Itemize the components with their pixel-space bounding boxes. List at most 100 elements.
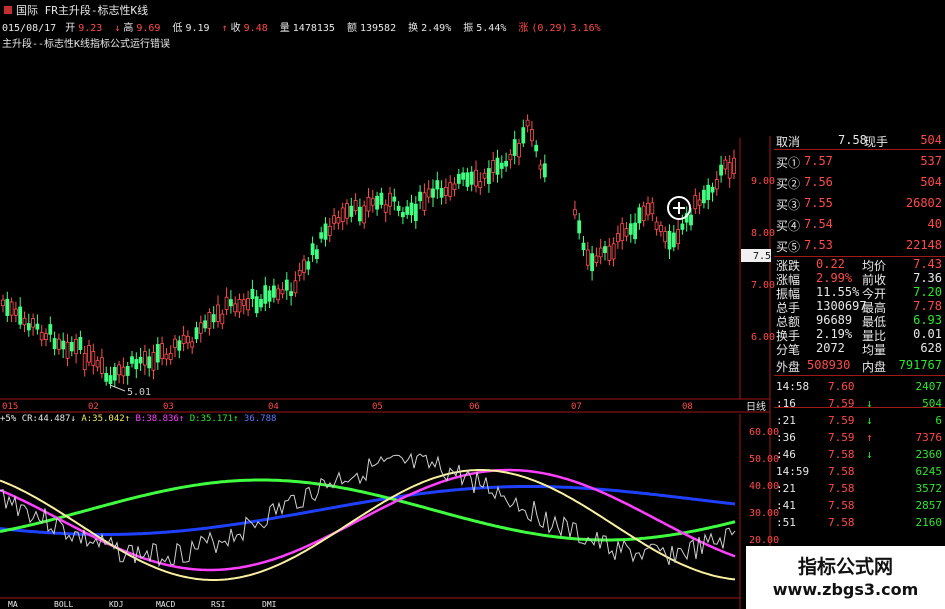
indicator-line-a xyxy=(0,469,736,581)
stat-row: 总额 96689 最低 6.93 xyxy=(774,313,945,329)
price-tick-label: 7.00 xyxy=(751,280,775,291)
tick-volume: 2407 xyxy=(915,380,943,393)
tab-boll[interactable]: BOLL xyxy=(54,600,73,609)
candle-body xyxy=(117,364,121,376)
date-tick-label: 03 xyxy=(163,402,174,412)
legend-prefix: +5% xyxy=(0,414,17,424)
quote-panel: 取消 7.58 现手 504 买① 7.57 537 买② 7.56 504 买③ 7.55 2… xyxy=(774,133,945,609)
candle-body xyxy=(641,205,646,222)
candle-body xyxy=(379,192,384,205)
candle-body xyxy=(689,214,693,226)
candle-body xyxy=(237,299,242,313)
candle-body xyxy=(160,343,165,359)
stat-value: 0.22 xyxy=(816,257,845,271)
candle-body xyxy=(177,340,182,351)
candle-body xyxy=(422,192,427,211)
bid-row[interactable]: 买② 7.56 504 xyxy=(774,172,945,193)
candle-body xyxy=(512,139,517,156)
candle-body xyxy=(577,220,582,234)
down-arrow-icon: ↓ xyxy=(70,414,76,424)
tick-time: :46 xyxy=(776,448,796,461)
candle-body xyxy=(340,207,345,223)
candle-body xyxy=(465,172,470,187)
candle-body xyxy=(594,255,599,263)
period-label[interactable]: 日线 xyxy=(746,400,766,413)
candle-body xyxy=(723,159,728,170)
candle-body xyxy=(633,222,637,240)
tick-arrow-icon: ↓ xyxy=(866,448,873,461)
candle-body xyxy=(228,299,233,307)
candle-body xyxy=(616,233,620,243)
candle-body xyxy=(155,344,160,363)
tab-ma[interactable]: MA xyxy=(8,600,18,609)
candle-body xyxy=(456,173,461,184)
tick-volume: 6 xyxy=(935,414,942,427)
candle-body xyxy=(366,196,371,212)
candle-body xyxy=(439,188,444,198)
inner-label: 内盘 xyxy=(862,360,887,374)
candle-body xyxy=(659,224,663,232)
bid-row[interactable]: 买⑤ 7.53 22148 xyxy=(774,235,945,256)
inner-value: 791767 xyxy=(898,358,942,372)
bid-label: 买④ xyxy=(776,219,801,233)
indicator-line-b xyxy=(0,468,736,572)
bid-row[interactable]: 买① 7.57 537 xyxy=(774,151,945,172)
tab-dmi[interactable]: DMI xyxy=(262,600,277,609)
candle-body xyxy=(142,351,147,366)
candle-body xyxy=(108,375,113,385)
bid-row[interactable]: 买③ 7.55 26802 xyxy=(774,193,945,214)
candle-body xyxy=(671,232,676,248)
candle-body xyxy=(246,298,251,311)
indicator-line-cr xyxy=(0,452,736,568)
candle-body xyxy=(448,182,453,197)
tab-macd[interactable]: MACD xyxy=(156,600,175,609)
candle-body xyxy=(302,259,306,273)
tick-row: :51 7.58 2160 xyxy=(774,513,945,534)
date-tick-label: 05 xyxy=(372,402,383,412)
tick-price: 7.58 xyxy=(828,448,855,461)
stat-row: 振幅 11.55% 今开 7.20 xyxy=(774,285,945,301)
tick-price: 7.58 xyxy=(828,465,855,478)
cr-label: CR: xyxy=(21,414,38,424)
stat-value: 2.99% xyxy=(816,271,853,285)
candle-body xyxy=(5,298,10,316)
candle-body xyxy=(680,223,685,230)
candle-body xyxy=(104,372,109,382)
candle-body xyxy=(173,338,177,348)
b-label: B: xyxy=(135,414,147,424)
tick-volume: 2857 xyxy=(915,499,943,512)
candle-body xyxy=(702,189,706,204)
candle-body xyxy=(82,353,87,371)
tick-time: :21 xyxy=(776,482,796,495)
bid-row[interactable]: 买④ 7.54 40 xyxy=(774,214,945,235)
candle-body xyxy=(654,221,659,230)
tick-volume: 504 xyxy=(922,397,942,410)
tick-price: 7.58 xyxy=(828,499,855,512)
candle-body xyxy=(1,299,5,307)
candle-body xyxy=(508,154,513,161)
tick-volume: 2360 xyxy=(915,448,943,461)
candle-body xyxy=(388,192,392,207)
candle-body xyxy=(233,303,238,313)
candle-body xyxy=(719,164,723,176)
watermark-url: www.zbgs3.com xyxy=(772,580,919,599)
candle-body xyxy=(211,314,216,323)
tab-kdj[interactable]: KDJ xyxy=(109,600,123,609)
candle-body xyxy=(22,317,27,326)
candle-body xyxy=(693,195,698,210)
candle-body xyxy=(697,199,702,206)
tab-rsi[interactable]: RSI xyxy=(211,600,226,609)
candle-body xyxy=(250,288,255,300)
candle-body xyxy=(310,243,315,256)
candle-body xyxy=(121,366,126,377)
candle-body xyxy=(314,249,319,259)
date-tick-label: 015 xyxy=(2,402,18,412)
b-value: 38.836 xyxy=(146,414,179,424)
bid-price: 7.57 xyxy=(804,154,833,168)
stat-value: 7.43 xyxy=(913,257,942,271)
candle-body xyxy=(590,253,594,272)
candle-body xyxy=(573,209,577,216)
candle-body xyxy=(203,320,208,329)
candle-body xyxy=(125,366,130,376)
price-tick-label: 6.00 xyxy=(751,332,775,343)
